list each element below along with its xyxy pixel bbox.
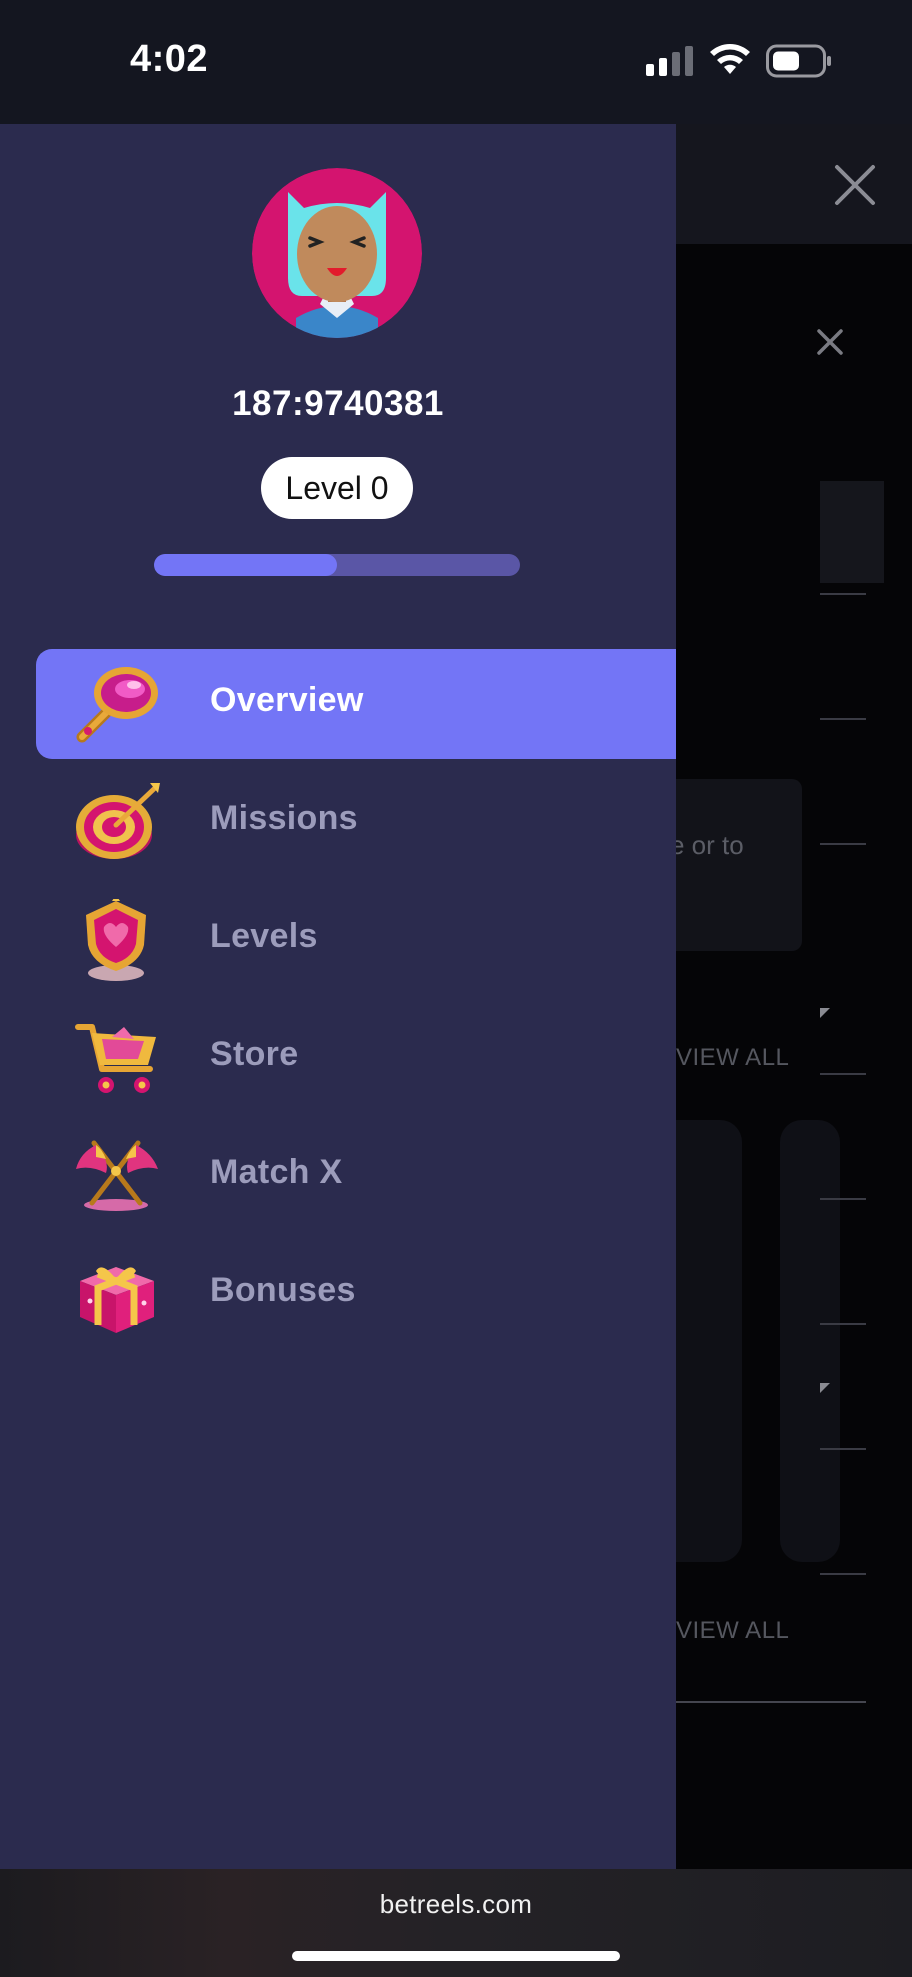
- level-progress-fill: [154, 554, 337, 576]
- side-drawer: 187:9740381 Level 0 Overview Missions Le…: [0, 124, 676, 1869]
- drawer-menu: Overview Missions Levels Store Match X B…: [0, 649, 676, 1357]
- divider: [820, 1073, 866, 1075]
- browser-bar: betreels.com: [0, 1869, 912, 1977]
- menu-item-overview[interactable]: Overview: [0, 649, 676, 767]
- level-progress-bar: [154, 554, 520, 576]
- view-all-link[interactable]: VIEW ALL: [676, 1617, 789, 1645]
- menu-item-label: Store: [210, 1035, 299, 1073]
- menu-item-store[interactable]: Store: [0, 1003, 676, 1121]
- url-label[interactable]: betreels.com: [0, 1889, 912, 1920]
- menu-item-match-x[interactable]: Match X: [0, 1121, 676, 1239]
- menu-item-label: Bonuses: [210, 1271, 356, 1309]
- divider: [820, 1573, 866, 1575]
- background-block: [820, 481, 884, 583]
- menu-item-label: Match X: [210, 1153, 343, 1191]
- menu-item-label: Levels: [210, 917, 318, 955]
- menu-item-bonuses[interactable]: Bonuses: [0, 1239, 676, 1357]
- menu-item-missions[interactable]: Missions: [0, 767, 676, 885]
- close-icon[interactable]: [832, 162, 878, 208]
- sort-icon: [820, 1008, 830, 1018]
- crossed-flags-icon: [76, 1140, 158, 1211]
- avatar[interactable]: [252, 168, 422, 338]
- divider: [672, 1701, 866, 1703]
- background-card: [660, 779, 802, 951]
- divider: [820, 593, 866, 595]
- divider: [820, 1323, 866, 1325]
- menu-item-levels[interactable]: Levels: [0, 885, 676, 1003]
- background-partial-text: e or to: [670, 830, 744, 860]
- sort-icon: [820, 1383, 830, 1393]
- menu-item-label: Missions: [210, 799, 358, 837]
- magnifier-icon: [76, 667, 158, 743]
- home-indicator[interactable]: [292, 1951, 620, 1961]
- cart-icon: [75, 1024, 156, 1093]
- level-badge: Level 0: [261, 457, 413, 519]
- battery-icon: [766, 44, 831, 78]
- shield-icon: [86, 899, 146, 981]
- gift-icon: [80, 1267, 154, 1333]
- user-id: 187:9740381: [232, 384, 444, 423]
- cellular-signal-icon: [646, 46, 693, 76]
- close-icon[interactable]: [816, 328, 844, 356]
- status-time: 4:02: [130, 38, 209, 80]
- view-all-link[interactable]: VIEW ALL: [676, 1044, 789, 1072]
- divider: [820, 718, 866, 720]
- divider: [820, 1198, 866, 1200]
- target-icon: [76, 783, 160, 859]
- divider: [820, 1448, 866, 1450]
- status-bar: 4:02: [0, 0, 912, 124]
- divider: [820, 843, 866, 845]
- background-tile[interactable]: [780, 1120, 840, 1562]
- wifi-icon: [710, 44, 750, 74]
- menu-item-label: Overview: [210, 681, 364, 719]
